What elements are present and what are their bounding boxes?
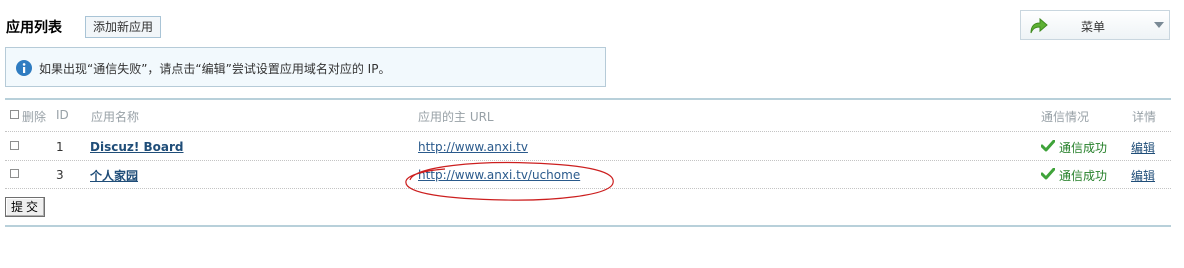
page-title: 应用列表: [6, 20, 62, 36]
column-header-url: 应用的主 URL: [418, 110, 494, 124]
row-2-id: 3: [56, 168, 64, 182]
row-divider: [5, 188, 1171, 189]
select-all-checkbox[interactable]: [10, 110, 19, 119]
row-2-check-icon: [1041, 168, 1055, 180]
table-bottom-border: [5, 225, 1171, 227]
row-2-status: 通信成功: [1059, 169, 1108, 183]
row-1-checkbox[interactable]: [10, 141, 19, 150]
column-header-name: 应用名称: [91, 110, 140, 124]
column-header-id: ID: [56, 108, 69, 122]
table-top-border: [5, 98, 1171, 100]
row-2-app-name[interactable]: 个人家园: [90, 167, 138, 184]
row-1-edit-link[interactable]: 编辑: [1131, 139, 1155, 156]
column-header-status: 通信情况: [1041, 110, 1090, 124]
submit-button[interactable]: 提交: [5, 197, 45, 217]
row-1-app-name[interactable]: Discuz! Board: [90, 140, 184, 154]
row-divider: [5, 160, 1171, 161]
row-1-check-icon: [1041, 140, 1055, 152]
annotation-ellipse: [405, 161, 614, 201]
column-header-detail: 详情: [1132, 110, 1157, 124]
row-2-checkbox[interactable]: [10, 169, 19, 178]
column-header-delete: 删除: [22, 110, 47, 124]
notice-text: 如果出现“通信失败”，请点击“编辑”尝试设置应用域名对应的 IP。: [39, 62, 391, 76]
row-divider: [5, 131, 1171, 132]
notice-box: 如果出现“通信失败”，请点击“编辑”尝试设置应用域名对应的 IP。: [5, 47, 606, 87]
menu-label: 菜单: [1081, 20, 1106, 34]
add-app-button[interactable]: 添加新应用: [85, 16, 161, 38]
row-1-app-url[interactable]: http://www.anxi.tv: [418, 140, 528, 154]
row-1-id: 1: [56, 140, 64, 154]
chevron-down-icon: [1154, 22, 1164, 28]
info-icon: [16, 60, 32, 76]
row-2-app-url[interactable]: http://www.anxi.tv/uchome: [418, 168, 580, 182]
app-list-page: 应用列表 添加新应用 菜单 如果出现“通信失败”，请点击“编辑”尝试设置应用域名…: [0, 0, 1184, 268]
menu-dropdown[interactable]: 菜单: [1020, 10, 1170, 40]
forward-arrow-icon: [1030, 17, 1048, 34]
row-2-edit-link[interactable]: 编辑: [1131, 167, 1155, 184]
row-1-status: 通信成功: [1059, 141, 1108, 155]
